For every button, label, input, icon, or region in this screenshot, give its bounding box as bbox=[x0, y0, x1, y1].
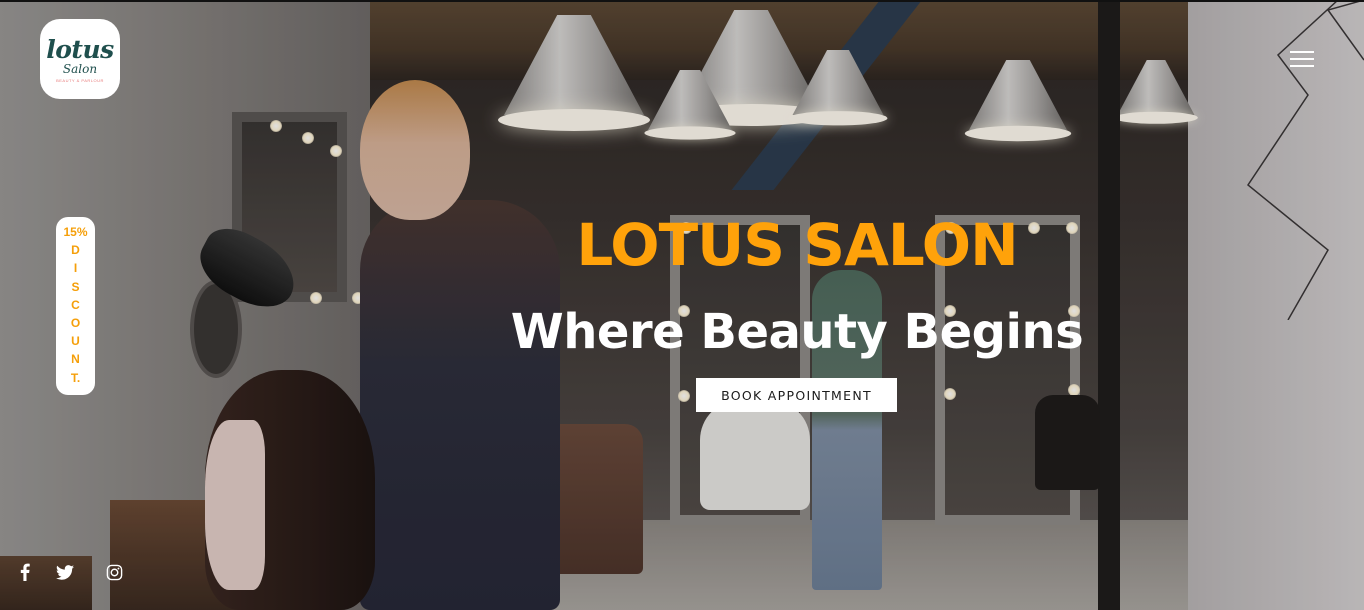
discount-badge[interactable]: 15% D I S C O U N T. bbox=[56, 217, 95, 395]
discount-percent: 15% bbox=[63, 225, 88, 240]
top-border bbox=[0, 0, 1364, 2]
hero-subtitle: Where Beauty Begins bbox=[510, 304, 1084, 360]
logo[interactable]: lotus Salon beauty & parlour bbox=[40, 19, 120, 99]
instagram-icon[interactable] bbox=[104, 562, 124, 582]
discount-letter: I bbox=[73, 261, 78, 276]
hamburger-menu-icon[interactable] bbox=[1290, 50, 1314, 68]
discount-letter: D bbox=[71, 243, 80, 258]
logo-subtitle: Salon bbox=[62, 61, 98, 76]
discount-letter: S bbox=[71, 279, 80, 294]
book-appointment-button[interactable]: BOOK APPOINTMENT bbox=[696, 378, 897, 412]
discount-letter: U bbox=[71, 334, 80, 349]
facebook-icon[interactable] bbox=[15, 562, 35, 582]
twitter-icon[interactable] bbox=[55, 562, 75, 582]
discount-letter: T. bbox=[70, 370, 81, 385]
discount-letter: C bbox=[71, 297, 80, 312]
hero-title: LOTUS SALON bbox=[576, 211, 1018, 279]
discount-letter: N bbox=[71, 352, 80, 367]
logo-tagline: beauty & parlour bbox=[56, 77, 104, 83]
logo-wordmark: lotus bbox=[46, 34, 114, 64]
discount-letter: O bbox=[70, 316, 81, 330]
